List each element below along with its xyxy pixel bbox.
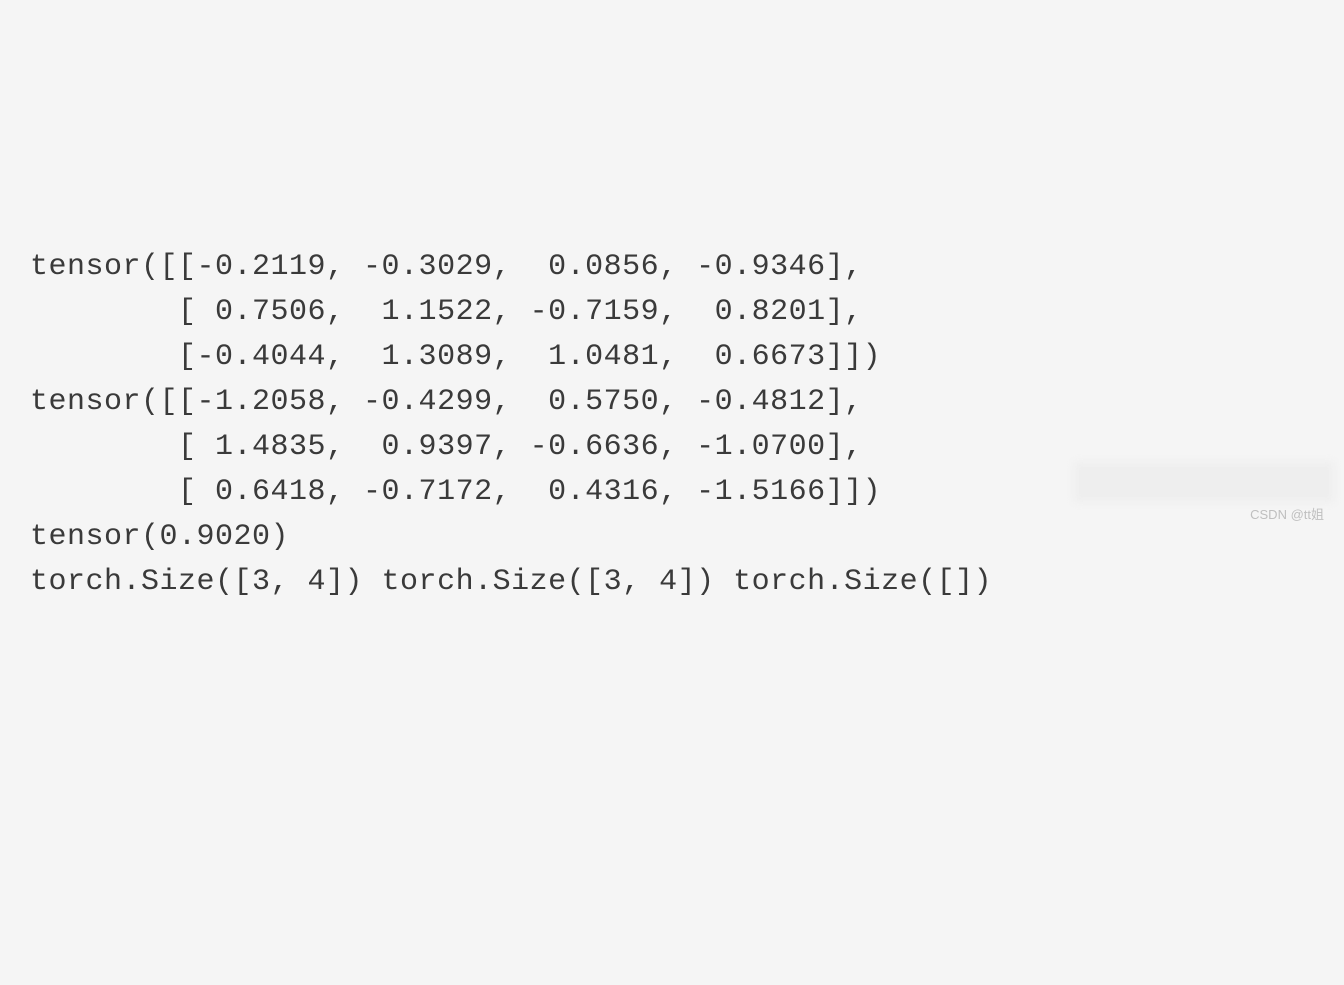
output-line: tensor([[-0.2119, -0.3029, 0.0856, -0.93… (30, 250, 863, 284)
output-line: [ 1.4835, 0.9397, -0.6636, -1.0700], (30, 430, 863, 464)
watermark-text: CSDN @tt姐 (1250, 505, 1324, 525)
output-line: [ 0.6418, -0.7172, 0.4316, -1.5166]]) (30, 475, 881, 509)
output-line: tensor([[-1.2058, -0.4299, 0.5750, -0.48… (30, 385, 863, 419)
output-line: tensor(0.9020) (30, 520, 289, 554)
output-line: [-0.4044, 1.3089, 1.0481, 0.6673]]) (30, 340, 881, 374)
code-output-block: tensor([[-0.2119, -0.3029, 0.0856, -0.93… (30, 200, 1314, 605)
output-line: [ 0.7506, 1.1522, -0.7159, 0.8201], (30, 295, 863, 329)
output-line: torch.Size([3, 4]) torch.Size([3, 4]) to… (30, 565, 992, 599)
